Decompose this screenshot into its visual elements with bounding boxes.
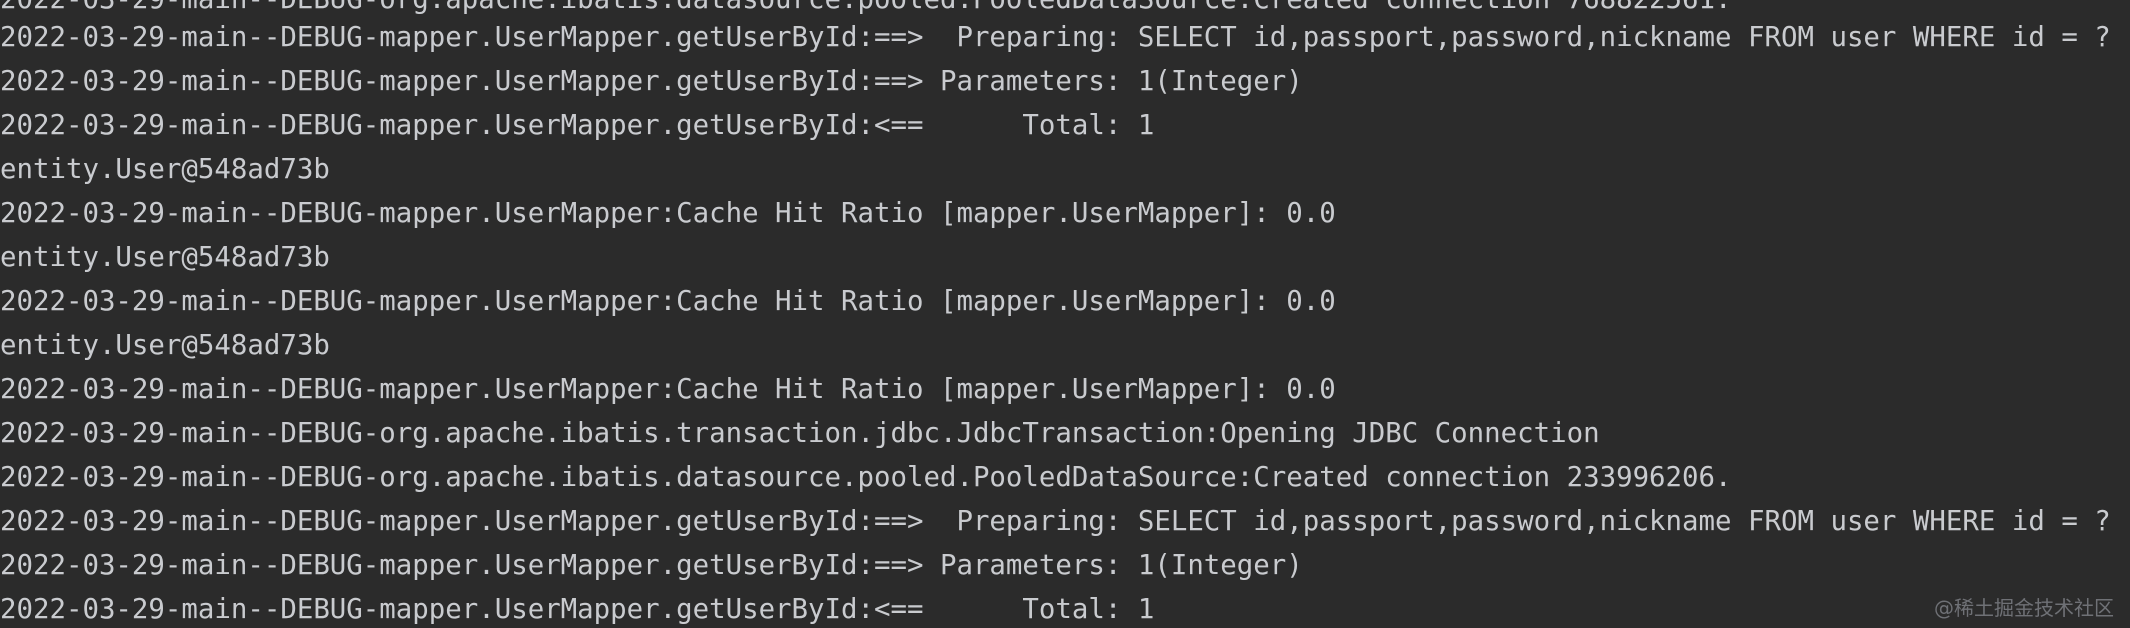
log-line: 2022-03-29-main--DEBUG-mapper.UserMapper… (0, 506, 2111, 537)
log-line: entity.User@548ad73b (0, 330, 330, 361)
console-output[interactable]: 2022-03-29-main--DEBUG-org.apache.ibatis… (0, 0, 2130, 628)
log-line: 2022-03-29-main--DEBUG-org.apache.ibatis… (0, 462, 1732, 493)
log-line: 2022-03-29-main--DEBUG-mapper.UserMapper… (0, 594, 1155, 625)
log-line: 2022-03-29-main--DEBUG-mapper.UserMapper… (0, 22, 2111, 53)
watermark-text: @稀土掘金技术社区 (1934, 596, 2114, 620)
log-line: 2022-03-29-main--DEBUG-mapper.UserMapper… (0, 198, 1336, 229)
log-line: 2022-03-29-main--DEBUG-mapper.UserMapper… (0, 110, 1155, 141)
log-line: 2022-03-29-main--DEBUG-org.apache.ibatis… (0, 418, 1600, 449)
log-line: 2022-03-29-main--DEBUG-mapper.UserMapper… (0, 66, 1303, 97)
log-line: 2022-03-29-main--DEBUG-mapper.UserMapper… (0, 374, 1336, 405)
log-line: 2022-03-29-main--DEBUG-mapper.UserMapper… (0, 286, 1336, 317)
log-line: 2022-03-29-main--DEBUG-mapper.UserMapper… (0, 550, 1303, 581)
log-line: entity.User@548ad73b (0, 242, 330, 273)
log-line: entity.User@548ad73b (0, 154, 330, 185)
